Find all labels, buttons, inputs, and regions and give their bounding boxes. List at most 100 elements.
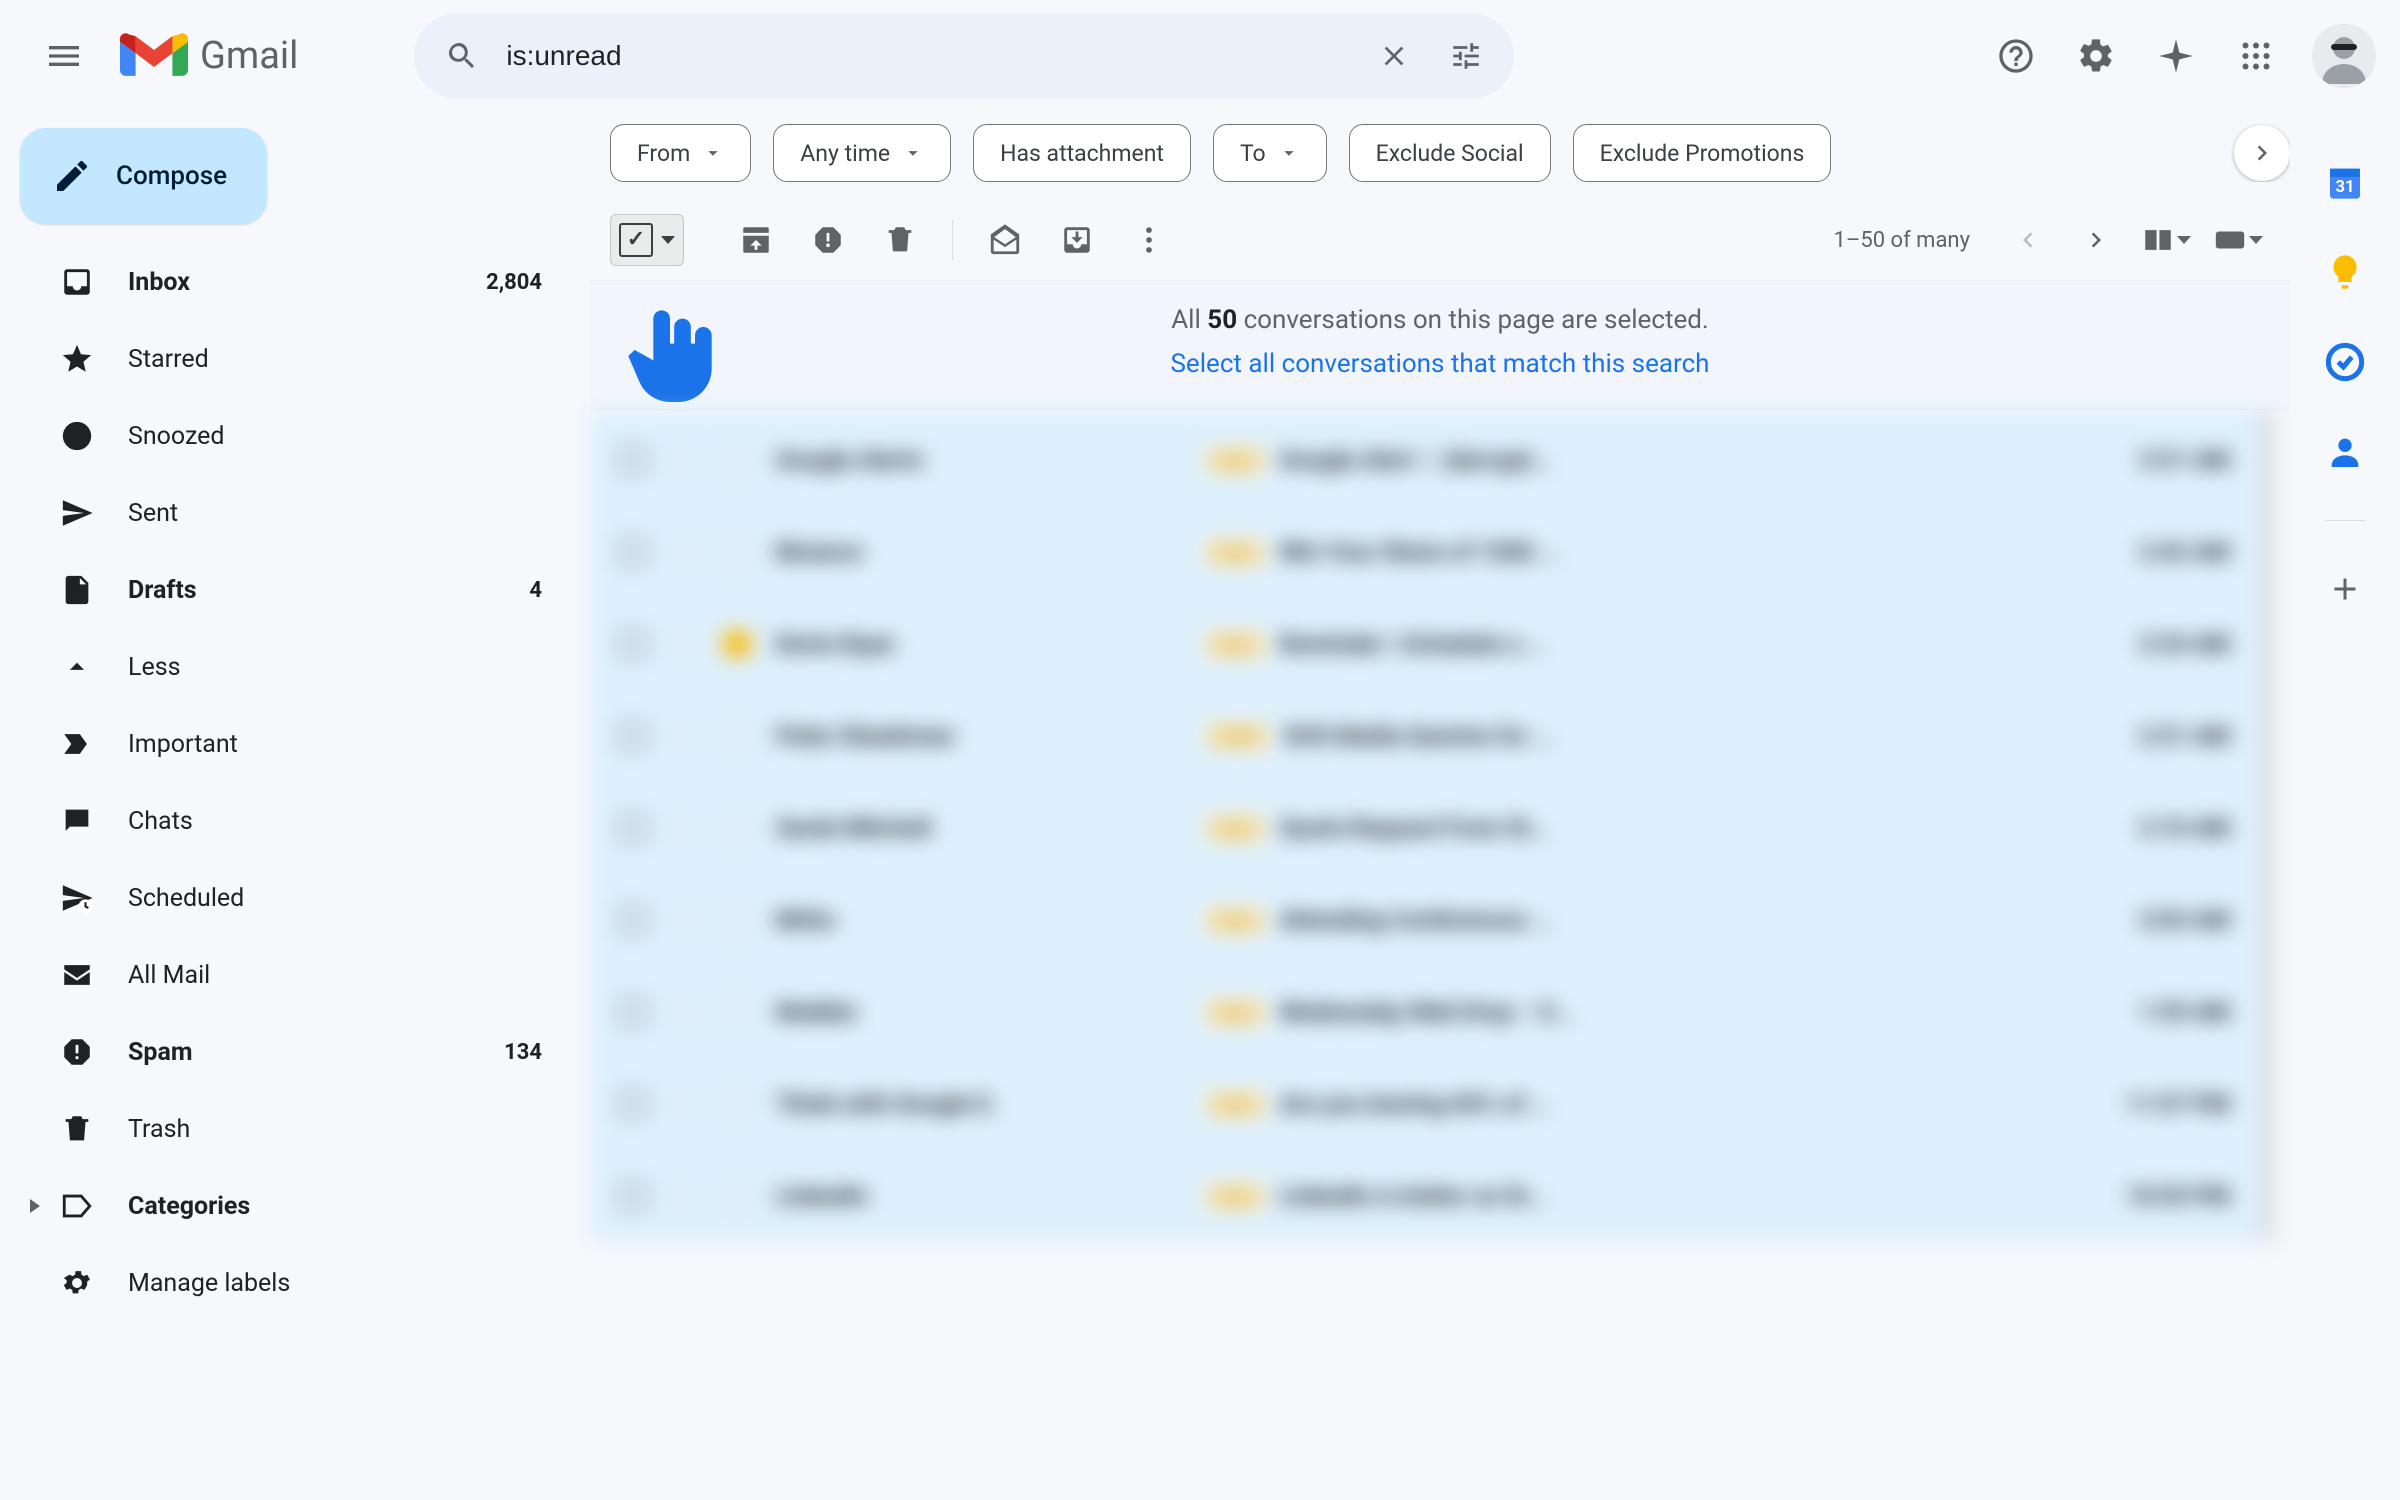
more-actions-button[interactable] <box>1117 208 1181 272</box>
archive-button[interactable] <box>724 208 788 272</box>
caret-down-icon <box>1278 142 1300 164</box>
filter-chip-has-attachment[interactable]: Has attachment <box>973 124 1191 182</box>
report-icon <box>811 223 845 257</box>
filter-chip-any-time[interactable]: Any time <box>773 124 951 182</box>
sidebar-item-count: 2,804 <box>486 270 542 295</box>
email-row[interactable]: ☆ Sarah Mitchell Inbox Quote Request Fro… <box>590 782 2260 874</box>
chips-scroll-right[interactable] <box>2234 125 2290 181</box>
sidebar-item-label: Inbox <box>128 268 190 297</box>
sidebar-item-trash[interactable]: Trash <box>20 1103 566 1155</box>
sidebar-item-starred[interactable]: Starred <box>20 333 566 385</box>
toggle-split-pane-button[interactable] <box>2134 208 2198 272</box>
gmail-logo[interactable]: Gmail <box>120 30 298 82</box>
sidebar-item-inbox[interactable]: Inbox 2,804 <box>20 256 566 308</box>
snoozed-icon <box>60 419 94 453</box>
plus-icon <box>2327 571 2363 607</box>
compose-label: Compose <box>116 161 227 191</box>
important-icon <box>60 727 94 761</box>
newer-button[interactable] <box>1998 210 2058 270</box>
sidebar-item-label: Manage labels <box>128 1269 290 1298</box>
add-addon-button[interactable] <box>2323 567 2367 611</box>
sidebar-item-label: Starred <box>128 345 209 374</box>
contacts-icon <box>2325 432 2365 472</box>
select-all-checkbox[interactable] <box>610 214 684 266</box>
mark-read-button[interactable] <box>973 208 1037 272</box>
chats-icon <box>60 804 94 838</box>
email-row[interactable]: ☆ LinkedIn Inbox LinkedIn is better on t… <box>590 1150 2260 1242</box>
sidebar-item-spam[interactable]: Spam134 <box>20 1026 566 1078</box>
contacts-app-button[interactable] <box>2323 430 2367 474</box>
calendar-app-button[interactable]: 31 <box>2323 160 2367 204</box>
input-tools-button[interactable] <box>2206 208 2270 272</box>
email-row[interactable]: ☆ Kevin Ryan Inbox Reminder | Schedule a… <box>590 598 2260 690</box>
filter-chip-to[interactable]: To <box>1213 124 1327 182</box>
move-inbox-icon <box>1060 223 1094 257</box>
settings-button[interactable] <box>2060 20 2132 92</box>
email-row[interactable]: ☆ Peter Shankman HARO SOS Media Queries … <box>590 690 2260 782</box>
tasks-app-button[interactable] <box>2323 340 2367 384</box>
sidebar-item-chats[interactable]: Chats <box>20 795 566 847</box>
google-apps-button[interactable] <box>2220 20 2292 92</box>
delete-button[interactable] <box>868 208 932 272</box>
pencil-icon <box>52 156 92 196</box>
search-input[interactable] <box>498 40 1358 72</box>
main-menu-button[interactable] <box>24 16 104 96</box>
move-to-inbox-button[interactable] <box>1045 208 1109 272</box>
sidebar-item-count: 4 <box>529 578 542 603</box>
sidebar-item-categories[interactable]: Categories <box>20 1180 566 1232</box>
sidebar-item-count: 134 <box>504 1040 542 1065</box>
email-row[interactable]: ☆ Mobbin Inbox Wednesday Web Drop – E… 1… <box>590 966 2260 1058</box>
support-button[interactable] <box>1980 20 2052 92</box>
email-row[interactable]: ☆ Think with Google E. Inbox Are you lea… <box>590 1058 2260 1150</box>
trash-icon <box>883 223 917 257</box>
caret-down-icon <box>702 142 724 164</box>
gear-icon <box>2076 36 2116 76</box>
sidebar-item-less[interactable]: Less <box>20 641 566 693</box>
archive-icon <box>739 223 773 257</box>
sidebar-item-drafts[interactable]: Drafts 4 <box>20 564 566 616</box>
gmail-logo-text: Gmail <box>200 34 298 78</box>
sparkle-icon <box>2156 36 2196 76</box>
chevron-left-icon <box>2013 225 2043 255</box>
sidebar-item-label: Important <box>128 730 238 759</box>
sidebar-item-label: Chats <box>128 807 193 836</box>
filter-chip-exclude-promotions[interactable]: Exclude Promotions <box>1573 124 1832 182</box>
sidebar-item-allmail[interactable]: All Mail <box>20 949 566 1001</box>
avatar-icon <box>2312 24 2376 88</box>
email-row[interactable]: ☆ BitGo Inbox Attending Conferences … 2:… <box>590 874 2260 966</box>
filter-chip-exclude-social[interactable]: Exclude Social <box>1349 124 1551 182</box>
gmail-logo-icon <box>120 30 188 82</box>
select-all-matching-link[interactable]: Select all conversations that match this… <box>590 349 2290 379</box>
sidebar-item-snoozed[interactable]: Snoozed <box>20 410 566 462</box>
caret-down-icon <box>902 142 924 164</box>
account-avatar[interactable] <box>2312 24 2376 88</box>
report-spam-button[interactable] <box>796 208 860 272</box>
gemini-button[interactable] <box>2140 20 2212 92</box>
search-bar <box>414 14 1514 98</box>
sidebar-item-label: Less <box>128 653 181 682</box>
compose-button[interactable]: Compose <box>20 128 267 224</box>
chevron-right-icon <box>2081 225 2111 255</box>
filter-chip-from[interactable]: From <box>610 124 751 182</box>
chip-label: Exclude Promotions <box>1600 140 1805 167</box>
sidebar-item-label: Drafts <box>128 576 197 605</box>
clear-search-button[interactable] <box>1358 20 1430 92</box>
caret-down-icon <box>661 236 675 244</box>
email-row[interactable]: ☆ Google Alerts Inbox Google Alert – (de… <box>590 414 2260 506</box>
keep-app-button[interactable] <box>2323 250 2367 294</box>
sidebar-item-important[interactable]: Important <box>20 718 566 770</box>
starred-icon <box>60 342 94 376</box>
older-button[interactable] <box>2066 210 2126 270</box>
search-button[interactable] <box>426 20 498 92</box>
sidebar-item-manage[interactable]: Manage labels <box>20 1257 566 1309</box>
email-row[interactable]: ☆ Binance Inbox Win Your Share of 1000 …… <box>590 506 2260 598</box>
svg-text:31: 31 <box>2335 178 2354 197</box>
page-count: 1–50 of many <box>1834 228 1970 253</box>
close-icon <box>1378 40 1410 72</box>
banner-prefix: All <box>1171 305 1207 335</box>
search-icon <box>445 39 479 73</box>
banner-count: 50 <box>1207 305 1237 335</box>
sidebar-item-scheduled[interactable]: Scheduled <box>20 872 566 924</box>
sidebar-item-sent[interactable]: Sent <box>20 487 566 539</box>
search-options-button[interactable] <box>1430 20 1502 92</box>
